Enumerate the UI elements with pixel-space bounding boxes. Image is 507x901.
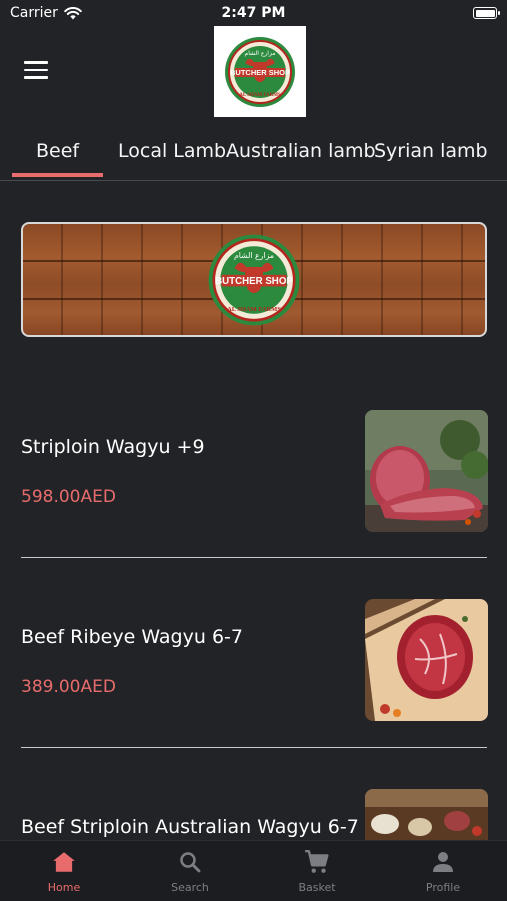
category-tabs: Beef Local Lamb Australian lamb Syrian l…	[0, 130, 507, 181]
product-name: Striploin Wagyu +9	[21, 436, 205, 458]
bottom-navigation: Home Search Basket Profile	[0, 840, 507, 901]
nav-basket-label: Basket	[298, 881, 336, 894]
status-time: 2:47 PM	[221, 5, 286, 21]
product-name: Beef Ribeye Wagyu 6-7	[21, 626, 243, 648]
nav-home[interactable]: Home	[24, 847, 104, 894]
product-image	[365, 599, 488, 721]
promo-banner[interactable]: BUTCHER SHOP مزارع الشام AL SHAM FARMS	[21, 222, 487, 337]
divider	[21, 557, 487, 558]
banner-logo-arabic: مزارع الشام	[234, 250, 274, 259]
product-name: Beef Striploin Australian Wagyu 6-7	[21, 816, 359, 838]
tab-australian-lamb[interactable]: Australian lamb	[226, 140, 376, 162]
nav-search[interactable]: Search	[150, 847, 230, 894]
product-price: 389.00AED	[21, 677, 116, 697]
menu-button[interactable]	[24, 61, 48, 81]
cart-icon	[305, 849, 329, 873]
divider	[21, 747, 487, 748]
nav-profile[interactable]: Profile	[403, 847, 483, 894]
banner-logo-subtitle: AL SHAM FARMS	[227, 306, 281, 313]
battery-icon	[473, 7, 500, 19]
tab-beef[interactable]: Beef	[11, 140, 104, 177]
nav-search-label: Search	[171, 881, 209, 894]
banner-logo: BUTCHER SHOP مزارع الشام AL SHAM FARMS	[208, 234, 300, 325]
product-item[interactable]: Beef Striploin Australian Wagyu 6-7	[0, 780, 507, 840]
butcher-shop-logo: BUTCHER SHOP مزارع الشام AL SHAM FARMS	[225, 36, 295, 107]
product-item[interactable]: Beef Ribeye Wagyu 6-7 389.00AED	[0, 590, 507, 780]
tab-local-lamb[interactable]: Local Lamb	[118, 140, 226, 162]
home-icon	[53, 852, 75, 872]
nav-profile-label: Profile	[425, 881, 461, 894]
product-item[interactable]: Striploin Wagyu +9 598.00AED	[0, 400, 507, 590]
product-image	[365, 410, 488, 532]
nav-home-label: Home	[47, 881, 81, 894]
logo-subtitle: AL SHAM FARMS	[239, 93, 281, 98]
nav-basket[interactable]: Basket	[277, 847, 357, 894]
logo-title: BUTCHER SHOP	[230, 68, 290, 77]
status-bar: Carrier 2:47 PM	[0, 0, 507, 28]
profile-icon	[433, 852, 453, 872]
logo-arabic: مزارع الشام	[245, 50, 276, 57]
tab-syrian-lamb[interactable]: Syrian lamb	[374, 140, 488, 162]
banner-logo-title: BUTCHER SHOP	[215, 275, 293, 286]
app-logo: BUTCHER SHOP مزارع الشام AL SHAM FARMS	[214, 26, 306, 117]
product-price: 598.00AED	[21, 487, 116, 507]
search-icon	[180, 852, 201, 873]
product-image	[365, 789, 488, 840]
